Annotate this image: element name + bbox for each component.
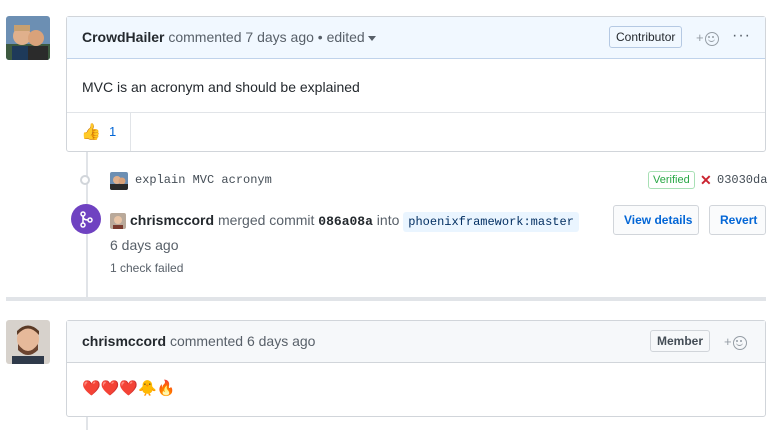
- timeline-divider: [6, 297, 766, 301]
- author-link[interactable]: CrowdHailer: [82, 29, 164, 45]
- comment-time[interactable]: commented 7 days ago: [168, 29, 314, 45]
- thumbs-up-icon: 👍: [81, 124, 101, 141]
- comment-meta: chrismccord commented 6 days ago: [82, 333, 315, 349]
- comment-header: chrismccord commented 6 days ago Member …: [67, 321, 765, 363]
- merge-event-text: chrismccord merged commit 086a08a into p…: [130, 212, 579, 232]
- more-options-icon[interactable]: ···: [732, 28, 751, 44]
- comment-crowdhailer: CrowdHailer commented 7 days ago • edite…: [66, 16, 766, 152]
- edited-dropdown[interactable]: • edited: [318, 29, 376, 45]
- view-details-button[interactable]: View details: [613, 205, 699, 235]
- add-reaction-button[interactable]: +: [724, 334, 747, 350]
- merged-icon: [71, 204, 101, 234]
- commit-sha[interactable]: 03030da: [717, 173, 767, 187]
- smiley-icon: [732, 335, 747, 350]
- avatar-crowdhailer[interactable]: [6, 16, 50, 60]
- merge-commit-sha[interactable]: 086a08a: [318, 214, 373, 229]
- member-badge: Member: [650, 330, 711, 352]
- merge-author-avatar[interactable]: [110, 213, 126, 229]
- comment-chrismccord: chrismccord commented 6 days ago Member …: [66, 320, 766, 417]
- comment-body: MVC is an acronym and should be explaine…: [82, 79, 360, 95]
- commit-author-avatar[interactable]: [110, 172, 128, 190]
- comment-meta: CrowdHailer commented 7 days ago • edite…: [82, 29, 376, 45]
- merge-time[interactable]: 6 days ago: [110, 237, 179, 253]
- checks-status[interactable]: 1 check failed: [110, 261, 183, 275]
- contributor-badge: Contributor: [609, 26, 683, 48]
- reactions-bar: 👍 1: [67, 112, 765, 151]
- revert-button[interactable]: Revert: [709, 205, 766, 235]
- comment-time[interactable]: commented 6 days ago: [170, 333, 316, 349]
- author-link[interactable]: chrismccord: [82, 333, 166, 349]
- reaction-count: 1: [109, 124, 117, 139]
- commit-message[interactable]: explain MVC acronym: [135, 173, 272, 187]
- timeline-line: [86, 416, 88, 430]
- comment-header: CrowdHailer commented 7 days ago • edite…: [67, 17, 765, 59]
- verified-badge[interactable]: Verified: [648, 171, 695, 189]
- failed-status-icon[interactable]: ✕: [700, 172, 712, 189]
- avatar-chrismccord[interactable]: [6, 320, 50, 364]
- add-reaction-button[interactable]: +: [696, 30, 719, 46]
- branch-label[interactable]: phoenixframework:master: [403, 212, 579, 232]
- commit-icon: [80, 175, 90, 185]
- smiley-icon: [704, 31, 719, 46]
- comment-body: ❤️❤️❤️🐥🔥: [82, 380, 176, 397]
- chevron-down-icon: [367, 35, 376, 41]
- merge-author-link[interactable]: chrismccord: [130, 212, 214, 228]
- thumbs-up-reaction-button[interactable]: 👍 1: [67, 113, 131, 151]
